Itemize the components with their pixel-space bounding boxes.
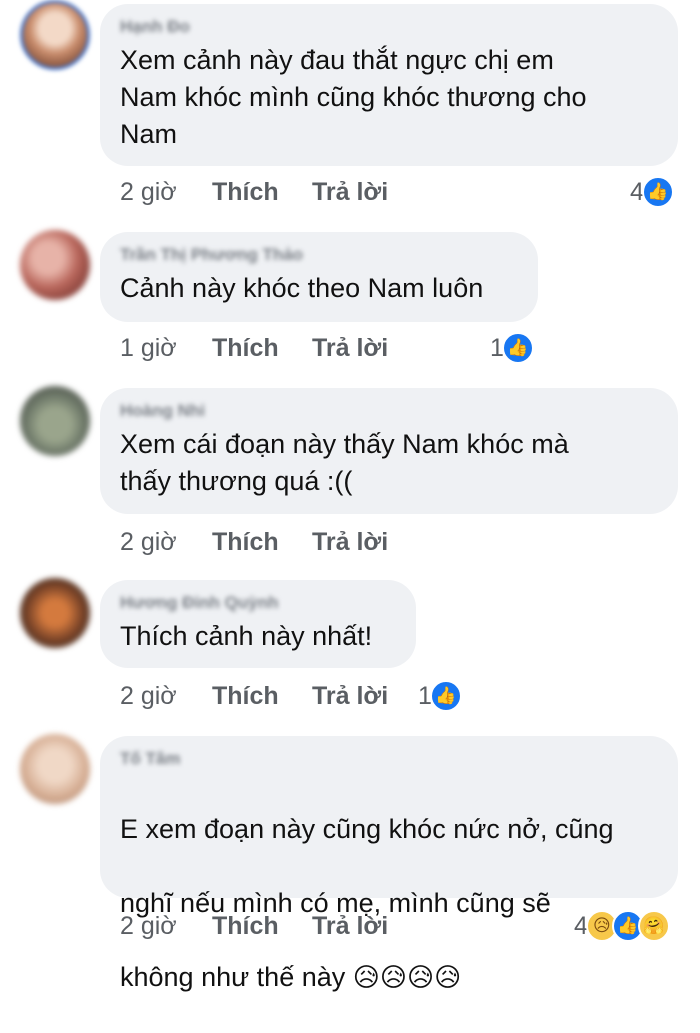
like-button[interactable]: Thích (212, 334, 312, 363)
comment-time[interactable]: 2 giờ (120, 682, 212, 711)
reaction-summary[interactable]: 4 👍 (630, 176, 674, 208)
avatar[interactable] (20, 230, 90, 300)
avatar[interactable] (20, 386, 90, 456)
comment-author[interactable]: Hoàng Nhi (120, 400, 658, 422)
like-icon: 👍 (641, 176, 674, 208)
comment-text-line: không như thế này 😥😥😥😥 (120, 959, 658, 996)
reply-button[interactable]: Trả lời (312, 528, 412, 557)
reply-button[interactable]: Trả lời (312, 912, 412, 941)
reply-button[interactable]: Trả lời (312, 682, 412, 711)
comment-bubble: Hạnh Đo Xem cảnh này đau thắt ngực chị e… (100, 4, 678, 166)
like-icon: 👍 (501, 332, 534, 364)
comment-text: Thích cảnh này nhất! (120, 621, 373, 651)
comment-author[interactable]: Trần Thị Phương Thảo (120, 244, 518, 266)
care-reaction-icon: 🤗 (637, 910, 670, 942)
like-button[interactable]: Thích (212, 178, 312, 207)
comment-text-line: E xem đoạn này cũng khóc nức nở, cũng (120, 814, 614, 844)
comment-bubble: Hương Đinh Quỳnh Thích cảnh này nhất! (100, 580, 416, 668)
reaction-summary[interactable]: 4 😥 👍 🤗 (574, 910, 670, 942)
comment-text: Xem cảnh này đau thắt ngực chị em Nam kh… (120, 45, 587, 149)
reaction-summary[interactable]: 1 👍 (418, 680, 462, 712)
comment-bubble: Tố Tâm E xem đoạn này cũng khóc nức nở, … (100, 736, 678, 992)
comment-bubble: Trần Thị Phương Thảo Cảnh này khóc theo … (100, 232, 538, 322)
reply-button[interactable]: Trả lời (312, 334, 412, 363)
comment-actions: 2 giờ Thích Trả lời (120, 682, 412, 711)
comment-time[interactable]: 1 giờ (120, 334, 212, 363)
avatar[interactable] (20, 578, 90, 648)
sad-emoji-group: 😥😥😥😥 (352, 962, 462, 992)
like-button[interactable]: Thích (212, 912, 312, 941)
comment-actions: 1 giờ Thích Trả lời (120, 334, 412, 363)
comment-actions: 2 giờ Thích Trả lời (120, 528, 412, 557)
comment-author[interactable]: Tố Tâm (120, 748, 658, 770)
comment-time[interactable]: 2 giờ (120, 178, 212, 207)
comment-text: E xem đoạn này cũng khóc nức nở, cũng ng… (120, 774, 658, 1033)
comment-author[interactable]: Hương Đinh Quỳnh (120, 592, 396, 614)
like-button[interactable]: Thích (212, 682, 312, 711)
comment-text-fragment: không như thế này (120, 962, 346, 992)
comment-author[interactable]: Hạnh Đo (120, 16, 658, 38)
comment-actions: 2 giờ Thích Trả lời (120, 912, 412, 941)
comment-text: Xem cái đoạn này thấy Nam khóc mà thấy t… (120, 429, 569, 496)
comment-text: Cảnh này khóc theo Nam luôn (120, 273, 484, 303)
comment-time[interactable]: 2 giờ (120, 528, 212, 557)
avatar[interactable] (20, 734, 90, 804)
avatar[interactable] (20, 0, 90, 70)
like-icon: 👍 (429, 680, 462, 712)
comment-bubble: Hoàng Nhi Xem cái đoạn này thấy Nam khóc… (100, 388, 678, 514)
reaction-summary[interactable]: 1 👍 (490, 332, 534, 364)
reply-button[interactable]: Trả lời (312, 178, 412, 207)
comment-time[interactable]: 2 giờ (120, 912, 212, 941)
like-button[interactable]: Thích (212, 528, 312, 557)
comment-actions: 2 giờ Thích Trả lời (120, 178, 412, 207)
